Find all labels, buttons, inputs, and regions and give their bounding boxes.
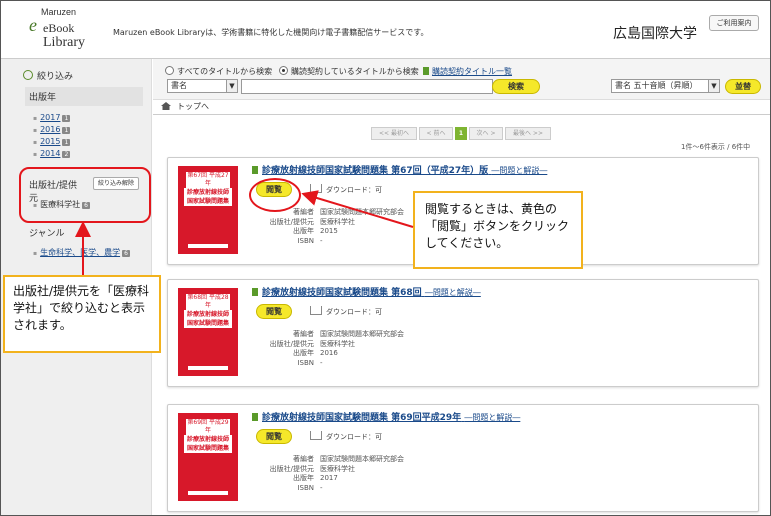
screenshot-frame: Maruzen e eBook Library Maruzen eBook Li…: [0, 0, 771, 516]
arrow-to-read-button: [301, 190, 414, 228]
callout-arrows: [75, 190, 414, 275]
